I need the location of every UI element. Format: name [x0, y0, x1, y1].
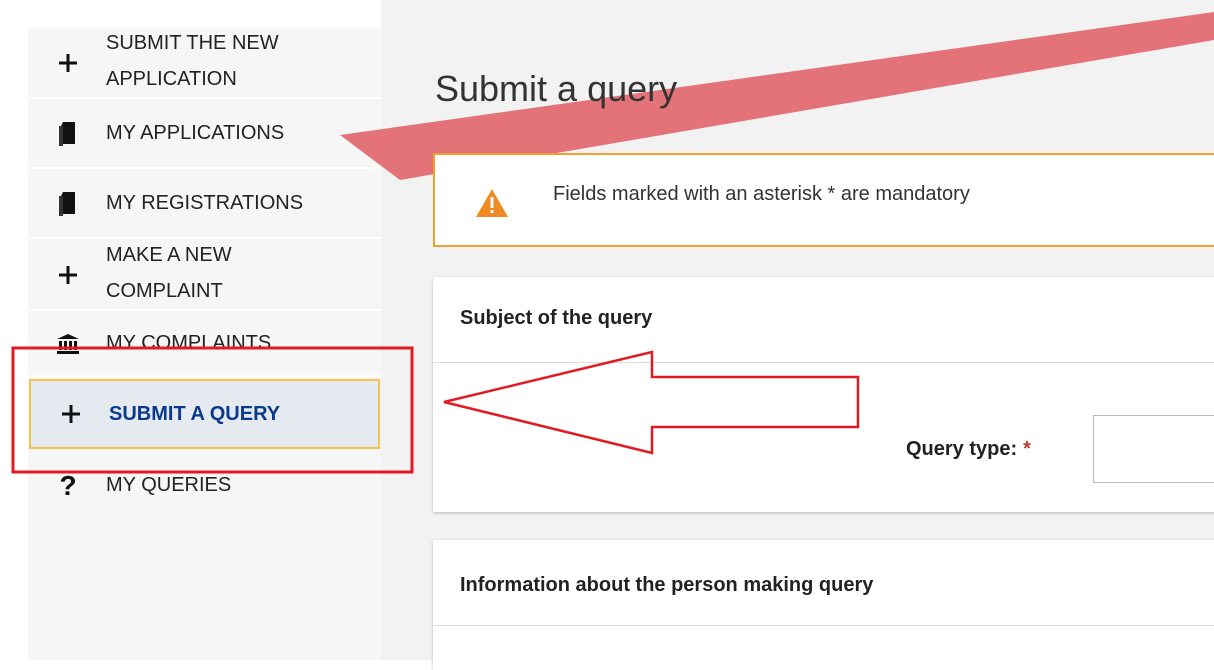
panel-title: Information about the person making quer…: [460, 574, 874, 596]
panel-title: Subject of the query: [460, 307, 653, 329]
sidebar-item-my-queries[interactable]: ? MY QUERIES: [28, 451, 381, 521]
sidebar-item-label: SUBMIT A QUERY: [109, 403, 281, 425]
sidebar-item-label: MY COMPLAINTS: [106, 332, 272, 354]
sidebar-item-label: COMPLAINT: [106, 280, 223, 302]
sidebar-item-label: SUBMIT THE NEW: [106, 32, 279, 54]
sidebar-item-label: MY REGISTRATIONS: [106, 192, 304, 214]
mandatory-fields-notice: Fields marked with an asterisk * are man…: [433, 153, 1214, 247]
panel-header: Information about the person making quer…: [433, 540, 1214, 626]
question-icon: ?: [59, 470, 77, 501]
document-icon: [52, 188, 84, 220]
plus-icon: [52, 259, 84, 291]
sidebar-item-label: MAKE A NEW: [106, 244, 232, 266]
notice-text: Fields marked with an asterisk * are man…: [553, 183, 970, 205]
sidebar-item-make-new-complaint[interactable]: MAKE A NEW COMPLAINT: [28, 239, 381, 311]
plus-icon: [52, 47, 84, 79]
page-title: Submit a query: [435, 68, 678, 109]
institution-icon: [52, 328, 84, 360]
sidebar-nav: SUBMIT THE NEW APPLICATION MY APPLICATIO…: [28, 27, 381, 660]
sidebar-item-my-registrations[interactable]: MY REGISTRATIONS: [28, 169, 381, 239]
subject-panel: Subject of the query Query type: *: [433, 277, 1214, 512]
query-type-select[interactable]: [1093, 415, 1214, 483]
sidebar-item-submit-a-query[interactable]: SUBMIT A QUERY: [29, 379, 380, 449]
sidebar-item-label: MY APPLICATIONS: [106, 122, 285, 144]
sidebar-item-submit-new-application[interactable]: SUBMIT THE NEW APPLICATION: [28, 27, 381, 99]
warning-icon: [475, 188, 509, 223]
required-mark: *: [1023, 438, 1031, 460]
plus-icon: [55, 398, 87, 430]
sidebar-item-label: MY QUERIES: [106, 474, 232, 496]
document-icon: [52, 118, 84, 150]
sidebar-item-my-complaints[interactable]: MY COMPLAINTS: [28, 311, 381, 377]
query-type-label-text: Query type:: [906, 438, 1018, 460]
query-type-label: Query type: *: [906, 438, 1031, 461]
person-info-panel: Information about the person making quer…: [433, 540, 1214, 670]
panel-header: Subject of the query: [433, 277, 1214, 363]
sidebar-item-my-applications[interactable]: MY APPLICATIONS: [28, 99, 381, 169]
sidebar-item-label: APPLICATION: [106, 68, 237, 90]
